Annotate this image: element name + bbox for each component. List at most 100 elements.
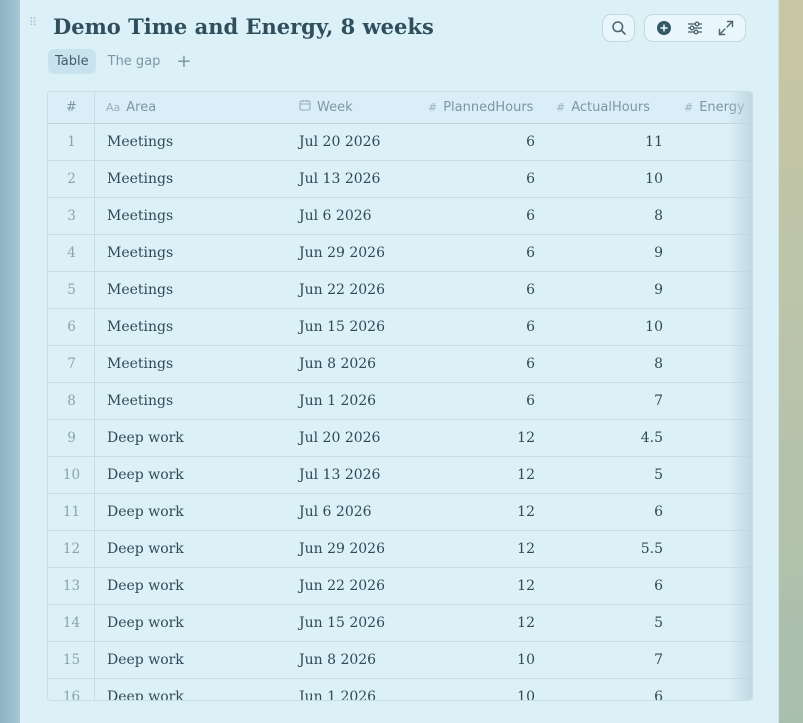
planned-hours-cell[interactable]: 6 <box>428 346 535 382</box>
table-row[interactable]: 15 Deep work Jun 8 2026 10 7 <box>48 642 752 679</box>
actual-hours-cell[interactable]: 5.5 <box>556 531 663 567</box>
actual-hours-cell[interactable]: 10 <box>556 161 663 197</box>
column-header-planned-hours[interactable]: # PlannedHours <box>428 92 533 123</box>
area-cell[interactable]: Deep work <box>107 679 184 700</box>
tab-the-gap[interactable]: The gap <box>101 49 168 74</box>
area-cell[interactable]: Deep work <box>107 494 184 530</box>
week-cell[interactable]: Jul 13 2026 <box>299 457 380 493</box>
area-cell[interactable]: Meetings <box>107 235 173 271</box>
row-number-cell[interactable]: 10 <box>48 457 95 493</box>
actual-hours-cell[interactable]: 11 <box>556 124 663 160</box>
row-number-cell[interactable]: 11 <box>48 494 95 530</box>
planned-hours-cell[interactable]: 6 <box>428 124 535 160</box>
actual-hours-cell[interactable]: 10 <box>556 309 663 345</box>
planned-hours-cell[interactable]: 6 <box>428 272 535 308</box>
table-row[interactable]: 7 Meetings Jun 8 2026 6 8 <box>48 346 752 383</box>
actual-hours-cell[interactable]: 6 <box>556 679 663 700</box>
column-header-energy[interactable]: # Energy <box>684 92 745 123</box>
week-cell[interactable]: Jun 15 2026 <box>299 605 385 641</box>
expand-icon[interactable] <box>716 18 736 38</box>
area-cell[interactable]: Deep work <box>107 568 184 604</box>
week-cell[interactable]: Jul 6 2026 <box>299 494 372 530</box>
actual-hours-cell[interactable]: 7 <box>556 642 663 678</box>
table-row[interactable]: 12 Deep work Jun 29 2026 12 5.5 <box>48 531 752 568</box>
table-row[interactable]: 3 Meetings Jul 6 2026 6 8 <box>48 198 752 235</box>
row-number-cell[interactable]: 1 <box>48 124 95 160</box>
row-number-cell[interactable]: 9 <box>48 420 95 456</box>
planned-hours-cell[interactable]: 12 <box>428 494 535 530</box>
area-cell[interactable]: Meetings <box>107 272 173 308</box>
actual-hours-cell[interactable]: 6 <box>556 494 663 530</box>
row-number-cell[interactable]: 7 <box>48 346 95 382</box>
actual-hours-cell[interactable]: 5 <box>556 457 663 493</box>
planned-hours-cell[interactable]: 12 <box>428 457 535 493</box>
planned-hours-cell[interactable]: 6 <box>428 161 535 197</box>
table-row[interactable]: 6 Meetings Jun 15 2026 6 10 <box>48 309 752 346</box>
column-header-actual-hours[interactable]: # ActualHours <box>556 92 650 123</box>
week-cell[interactable]: Jun 1 2026 <box>299 383 376 419</box>
row-number-cell[interactable]: 13 <box>48 568 95 604</box>
planned-hours-cell[interactable]: 12 <box>428 420 535 456</box>
row-number-cell[interactable]: 2 <box>48 161 95 197</box>
actual-hours-cell[interactable]: 6 <box>556 568 663 604</box>
planned-hours-cell[interactable]: 10 <box>428 642 535 678</box>
week-cell[interactable]: Jul 13 2026 <box>299 161 380 197</box>
planned-hours-cell[interactable]: 6 <box>428 309 535 345</box>
row-number-cell[interactable]: 3 <box>48 198 95 234</box>
week-cell[interactable]: Jun 15 2026 <box>299 309 385 345</box>
table-row[interactable]: 1 Meetings Jul 20 2026 6 11 <box>48 124 752 161</box>
row-number-cell[interactable]: 16 <box>48 679 95 700</box>
week-cell[interactable]: Jun 22 2026 <box>299 568 385 604</box>
table-row[interactable]: 10 Deep work Jul 13 2026 12 5 <box>48 457 752 494</box>
planned-hours-cell[interactable]: 6 <box>428 383 535 419</box>
actual-hours-cell[interactable]: 8 <box>556 346 663 382</box>
week-cell[interactable]: Jul 6 2026 <box>299 198 372 234</box>
sliders-icon[interactable] <box>685 18 705 38</box>
actual-hours-cell[interactable]: 5 <box>556 605 663 641</box>
table-row[interactable]: 16 Deep work Jun 1 2026 10 6 <box>48 679 752 700</box>
area-cell[interactable]: Meetings <box>107 309 173 345</box>
area-cell[interactable]: Meetings <box>107 198 173 234</box>
area-cell[interactable]: Deep work <box>107 642 184 678</box>
planned-hours-cell[interactable]: 10 <box>428 679 535 700</box>
week-cell[interactable]: Jun 29 2026 <box>299 531 385 567</box>
row-number-cell[interactable]: 12 <box>48 531 95 567</box>
area-cell[interactable]: Meetings <box>107 346 173 382</box>
area-cell[interactable]: Deep work <box>107 605 184 641</box>
table-row[interactable]: 5 Meetings Jun 22 2026 6 9 <box>48 272 752 309</box>
actual-hours-cell[interactable]: 7 <box>556 383 663 419</box>
column-header-area[interactable]: Aa Area <box>106 92 156 123</box>
row-number-cell[interactable]: 6 <box>48 309 95 345</box>
row-number-cell[interactable]: 14 <box>48 605 95 641</box>
table-row[interactable]: 8 Meetings Jun 1 2026 6 7 <box>48 383 752 420</box>
planned-hours-cell[interactable]: 12 <box>428 605 535 641</box>
table-row[interactable]: 11 Deep work Jul 6 2026 12 6 <box>48 494 752 531</box>
week-cell[interactable]: Jul 20 2026 <box>299 124 380 160</box>
add-view-icon[interactable]: + <box>176 52 191 70</box>
row-number-cell[interactable]: 15 <box>48 642 95 678</box>
planned-hours-cell[interactable]: 12 <box>428 531 535 567</box>
table-row[interactable]: 14 Deep work Jun 15 2026 12 5 <box>48 605 752 642</box>
row-number-cell[interactable]: 8 <box>48 383 95 419</box>
area-cell[interactable]: Deep work <box>107 531 184 567</box>
table-row[interactable]: 13 Deep work Jun 22 2026 12 6 <box>48 568 752 605</box>
table-row[interactable]: 2 Meetings Jul 13 2026 6 10 <box>48 161 752 198</box>
week-cell[interactable]: Jun 8 2026 <box>299 642 376 678</box>
tab-table[interactable]: Table <box>48 49 96 74</box>
actual-hours-cell[interactable]: 8 <box>556 198 663 234</box>
column-header-week[interactable]: Week <box>299 92 353 123</box>
row-number-cell[interactable]: 5 <box>48 272 95 308</box>
actual-hours-cell[interactable]: 9 <box>556 272 663 308</box>
week-cell[interactable]: Jun 22 2026 <box>299 272 385 308</box>
actual-hours-cell[interactable]: 4.5 <box>556 420 663 456</box>
week-cell[interactable]: Jul 20 2026 <box>299 420 380 456</box>
drag-handle-icon[interactable]: ⠿ <box>29 17 39 38</box>
column-header-row-number[interactable]: # <box>48 92 95 123</box>
area-cell[interactable]: Meetings <box>107 383 173 419</box>
row-number-cell[interactable]: 4 <box>48 235 95 271</box>
planned-hours-cell[interactable]: 12 <box>428 568 535 604</box>
area-cell[interactable]: Deep work <box>107 457 184 493</box>
area-cell[interactable]: Meetings <box>107 124 173 160</box>
week-cell[interactable]: Jun 29 2026 <box>299 235 385 271</box>
search-button[interactable] <box>602 14 635 42</box>
